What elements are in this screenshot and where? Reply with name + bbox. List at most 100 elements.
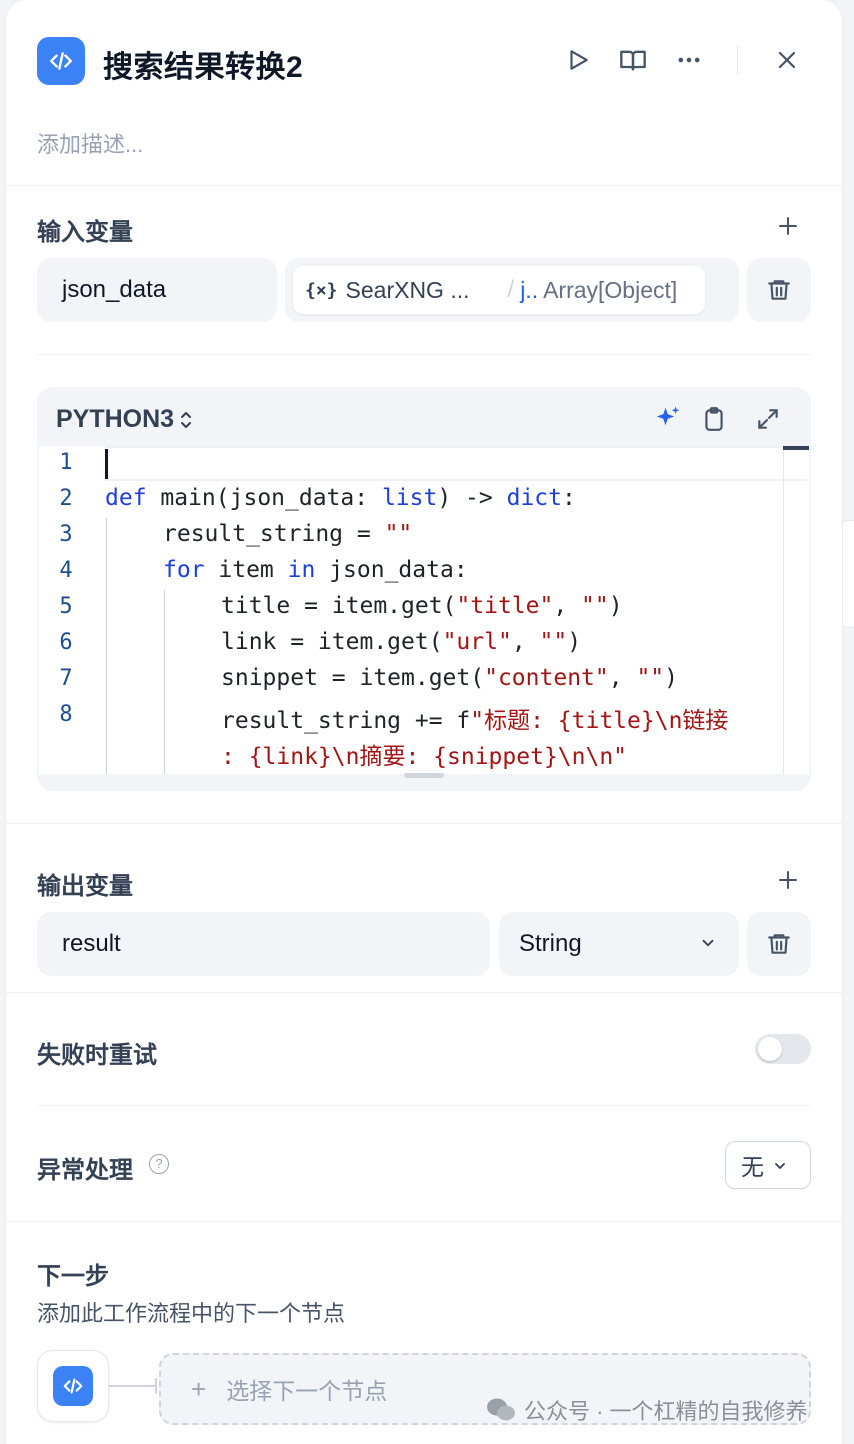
code-token: json_data: xyxy=(315,557,468,583)
next-step-description: 添加此工作流程中的下一个节点 xyxy=(37,1301,346,1326)
plus-icon: + xyxy=(191,1373,207,1404)
section-divider xyxy=(37,1105,811,1106)
section-divider xyxy=(37,354,811,355)
input-var-selector[interactable]: {×} SearXNG ... / j.. Array[Object] xyxy=(285,258,739,322)
description-input[interactable]: 添加描述... xyxy=(37,127,143,159)
line-number-gutter: 1 2 3 4 5 6 7 8 xyxy=(39,446,105,774)
line-number: 7 xyxy=(59,666,73,691)
wechat-icon xyxy=(487,1398,515,1421)
language-selector[interactable]: PYTHON3 xyxy=(56,405,194,434)
select-next-node-label: 选择下一个节点 xyxy=(226,1378,388,1404)
next-step-title: 下一步 xyxy=(37,1263,109,1290)
code-token: item xyxy=(204,557,288,583)
output-vars-title: 输出变量 xyxy=(37,873,133,900)
plus-icon xyxy=(779,217,797,235)
node-config-panel: 搜索结果转换2 添加描述... 输入变量 json_data {×} SearX… xyxy=(6,0,842,1444)
line-number: 1 xyxy=(59,450,73,475)
delete-output-var-button[interactable] xyxy=(747,912,811,976)
editor-scrollbar[interactable] xyxy=(783,446,809,774)
sparkle-icon xyxy=(656,406,680,426)
add-output-var-button[interactable] xyxy=(770,862,806,898)
current-line-highlight xyxy=(105,446,807,481)
code-line-8-wrap: : {link}\n摘要: {snippet}\n\n" xyxy=(221,737,627,771)
text-cursor xyxy=(105,449,108,479)
docs-button[interactable] xyxy=(615,42,651,78)
code-token: "url" xyxy=(442,629,512,655)
connector-end xyxy=(155,1378,157,1394)
current-node-block xyxy=(37,1350,109,1422)
trash-icon xyxy=(768,934,790,954)
output-var-type: String xyxy=(519,930,582,957)
error-handling-label: 异常处理 xyxy=(37,1157,133,1184)
section-divider xyxy=(6,1221,842,1222)
code-token: "" xyxy=(636,665,665,691)
code-node-icon xyxy=(53,1366,93,1406)
language-label: PYTHON3 xyxy=(56,405,175,433)
expand-icon xyxy=(758,409,778,429)
error-handling-select[interactable]: 无 xyxy=(725,1141,811,1189)
code-token: : {link}\n摘要: {snippet}\n\n" xyxy=(221,744,628,770)
output-var-name[interactable]: result xyxy=(37,912,490,976)
close-icon xyxy=(778,51,796,69)
code-token: , xyxy=(553,593,582,619)
code-token: "content" xyxy=(484,665,609,691)
line-number: 2 xyxy=(59,486,73,511)
line-number: 4 xyxy=(59,558,73,583)
watermark: 公众号 · 一个杠精的自我修养 xyxy=(486,1394,808,1426)
source-node-name: SearXNG ... xyxy=(345,276,470,303)
code-token: list xyxy=(381,485,438,511)
error-handling-value: 无 xyxy=(741,1154,764,1180)
code-token: snippet = item.get( xyxy=(221,665,485,691)
code-token: in xyxy=(287,557,316,583)
header-divider xyxy=(737,46,738,74)
node-title[interactable]: 搜索结果转换2 xyxy=(103,42,303,86)
code-token: result_string = xyxy=(163,521,385,547)
panel-header: 搜索结果转换2 添加描述... xyxy=(6,0,842,186)
add-input-var-button[interactable] xyxy=(770,208,806,244)
output-var-type-select[interactable]: String xyxy=(499,912,739,976)
code-line-8: result_string += f"标题: {title}\n链接 xyxy=(221,701,728,735)
code-token: result_string += f xyxy=(221,708,471,734)
code-token: ) xyxy=(608,593,623,619)
line-number: 6 xyxy=(59,630,73,655)
code-token: ) -> xyxy=(437,485,507,511)
canvas-node-edge xyxy=(840,520,854,628)
node-connector xyxy=(109,1385,157,1387)
chevron-down-icon xyxy=(702,939,714,947)
variable-reference-chip[interactable]: {×} SearXNG ... / j.. Array[Object] xyxy=(293,266,705,314)
close-button[interactable] xyxy=(769,42,805,78)
help-icon[interactable]: ? xyxy=(149,1154,169,1174)
watermark-text: 公众号 · 一个杠精的自我修养 xyxy=(524,1399,808,1424)
code-token: dict xyxy=(506,485,562,511)
retry-toggle[interactable] xyxy=(755,1034,811,1064)
code-line-5: title = item.get("title", "") xyxy=(221,593,623,619)
expand-editor-button[interactable] xyxy=(750,401,786,437)
plus-icon xyxy=(779,871,797,889)
line-number: 5 xyxy=(59,594,73,619)
copy-code-button[interactable] xyxy=(696,401,732,437)
code-line-6: link = item.get("url", "") xyxy=(221,629,581,655)
code-token: ) xyxy=(664,665,678,691)
code-token: : xyxy=(561,485,576,511)
run-button[interactable] xyxy=(560,42,596,78)
code-token: "" xyxy=(581,593,609,619)
code-token: main(json_data: xyxy=(146,485,382,511)
code-token: "title" xyxy=(456,593,554,619)
input-var-name[interactable]: json_data xyxy=(37,258,277,322)
delete-input-var-button[interactable] xyxy=(747,258,811,322)
source-var-name: j.. xyxy=(520,276,539,303)
code-node-icon xyxy=(37,37,85,85)
code-line-2: def main(json_data: list) -> dict: xyxy=(105,485,576,511)
code-editor[interactable]: 1 2 3 4 5 6 7 8 def main(json_data: list… xyxy=(39,446,809,774)
more-button[interactable] xyxy=(671,42,707,78)
code-token: for xyxy=(163,557,205,583)
trash-icon xyxy=(768,280,790,300)
ai-generate-button[interactable] xyxy=(650,401,686,437)
code-token: "" xyxy=(539,629,568,655)
clipboard-icon xyxy=(705,407,723,431)
code-token: def xyxy=(105,485,147,511)
section-divider xyxy=(6,823,842,824)
variable-icon: {×} xyxy=(305,279,338,301)
scrollbar-thumb[interactable] xyxy=(783,446,809,450)
editor-resize-handle[interactable] xyxy=(404,773,444,778)
